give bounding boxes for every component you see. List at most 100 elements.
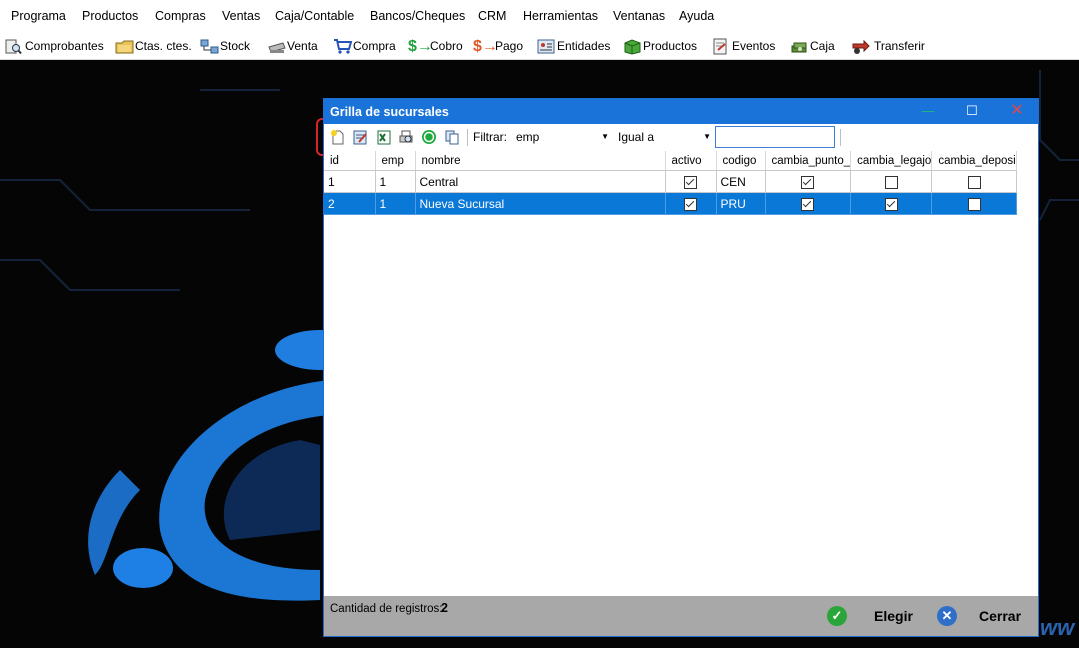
menu-productos[interactable]: Productos [82,9,138,23]
ctas-ctes-button[interactable]: Ctas. ctes. [115,36,192,56]
cell-activo[interactable] [665,192,717,215]
edit-record-icon[interactable] [352,129,368,145]
pago-button[interactable]: $→ Pago [473,36,523,56]
sucursales-grid: id emp nombre activo codigo cambia_punto… [324,151,1017,215]
whatsapp-icon[interactable] [421,129,437,145]
check-circle-icon: ✓ [827,606,847,626]
cell-nombre[interactable]: Nueva Sucursal [415,192,666,215]
venta-button[interactable]: Venta [267,36,318,56]
copy-icon[interactable] [444,129,460,145]
menu-herramientas[interactable]: Herramientas [523,9,598,23]
column-header-codigo[interactable]: codigo [716,151,766,171]
column-header-emp[interactable]: emp [375,151,416,171]
cambia-legajo-checkbox[interactable] [884,175,898,189]
menu-bar: Programa Productos Compras Ventas Caja/C… [0,0,1079,31]
dropdown-arrow-icon: ▼ [601,132,609,141]
cell-cambia-legajo[interactable] [850,192,933,215]
shopping-cart-icon [333,38,353,55]
caja-button[interactable]: Caja [790,36,835,56]
menu-crm[interactable]: CRM [478,9,506,23]
dollar-out-icon: $→ [473,37,498,55]
productos-label: Productos [643,39,698,53]
compra-button[interactable]: Compra [333,36,396,56]
window-titlebar: Grilla de sucursales — ☐ ✕ [324,99,1038,124]
cell-nombre[interactable]: Central [415,170,666,193]
cambia-deposito-checkbox[interactable] [967,175,981,189]
record-count-label: Cantidad de registros: [330,603,443,615]
comprobantes-button[interactable]: Comprobantes [5,36,104,56]
menu-caja-contable[interactable]: Caja/Contable [275,9,354,23]
contact-card-icon [537,38,555,55]
comprobantes-label: Comprobantes [25,39,104,53]
column-header-nombre[interactable]: nombre [415,151,666,171]
cambia-legajo-checkbox[interactable] [884,197,898,211]
checklist-icon [712,38,729,55]
menu-bancos-cheques[interactable]: Bancos/Cheques [370,9,465,23]
cell-id[interactable]: 1 [324,170,376,193]
cell-emp[interactable]: 1 [375,170,416,193]
activo-checkbox[interactable] [684,175,697,189]
cell-cambia-deposito[interactable] [931,192,1017,215]
transferir-button[interactable]: Transferir [851,36,925,56]
column-header-cambia-deposito[interactable]: cambia_deposi [931,151,1017,171]
cambia-punto-checkbox[interactable] [801,197,815,211]
cell-cambia-legajo[interactable] [850,170,933,193]
money-stack-icon [790,38,807,55]
menu-ayuda[interactable]: Ayuda [679,9,714,23]
grid-toolbar: Filtrar: emp ▼ Igual a ▼ [324,124,1038,150]
filter-search-input[interactable] [715,126,835,148]
menu-ventanas[interactable]: Ventanas [613,9,665,23]
sucursales-window: Grilla de sucursales — ☐ ✕ Filtrar: emp … [323,98,1039,637]
table-row[interactable]: 2 1 Nueva Sucursal PRU [324,192,1017,215]
cash-register-icon [267,38,286,55]
cell-codigo[interactable]: PRU [716,192,766,215]
print-preview-icon[interactable] [398,129,414,145]
close-circle-icon: ✕ [937,606,957,626]
column-header-cambia-legajo[interactable]: cambia_legajo [850,151,933,171]
cerrar-button[interactable]: ✕ Cerrar [937,606,1021,626]
elegir-button[interactable]: ✓ Elegir [827,606,913,626]
cell-cambia-punto[interactable] [765,170,852,193]
cell-id[interactable]: 2 [324,192,376,215]
toolbar-separator [467,129,468,146]
transfer-icon [851,38,871,55]
column-header-id[interactable]: id [324,151,376,171]
column-header-activo[interactable]: activo [665,151,717,171]
minimize-button[interactable]: — [914,102,942,120]
menu-compras[interactable]: Compras [155,9,206,23]
cell-activo[interactable] [665,170,717,193]
filter-field-select[interactable]: emp ▼ [512,127,612,147]
filter-operator-value: Igual a [618,130,655,144]
window-title: Grilla de sucursales [330,105,449,119]
new-record-icon[interactable] [330,129,346,145]
menu-ventas[interactable]: Ventas [222,9,260,23]
maximize-button[interactable]: ☐ [958,102,986,120]
svg-text:ww: ww [1040,615,1076,640]
entidades-label: Entidades [557,39,611,53]
column-header-cambia-punto[interactable]: cambia_punto_ [765,151,852,171]
cell-cambia-punto[interactable] [765,192,852,215]
menu-programa[interactable]: Programa [11,9,66,23]
entidades-button[interactable]: Entidades [537,36,610,56]
cobro-button[interactable]: $→ Cobro [408,36,463,56]
ctas-ctes-label: Ctas. ctes. [135,39,192,53]
close-button[interactable]: ✕ [1003,102,1031,120]
productos-button[interactable]: Productos [623,36,697,56]
table-row[interactable]: 1 1 Central CEN [324,170,1017,193]
filter-operator-select[interactable]: Igual a ▼ [614,127,714,147]
venta-label: Venta [287,39,318,53]
green-box-icon [623,38,641,55]
excel-export-icon[interactable] [376,129,392,145]
dropdown-arrow-icon: ▼ [703,132,711,141]
toolbar-separator [840,129,841,146]
main-toolbar: Comprobantes Ctas. ctes. Stock Venta Com… [0,31,1079,60]
cambia-deposito-checkbox[interactable] [967,197,981,211]
compra-label: Compra [353,39,396,53]
cell-emp[interactable]: 1 [375,192,416,215]
stock-button[interactable]: Stock [200,36,250,56]
cell-cambia-deposito[interactable] [931,170,1017,193]
eventos-button[interactable]: Eventos [712,36,775,56]
activo-checkbox[interactable] [684,197,697,211]
cambia-punto-checkbox[interactable] [801,175,815,189]
cell-codigo[interactable]: CEN [716,170,766,193]
